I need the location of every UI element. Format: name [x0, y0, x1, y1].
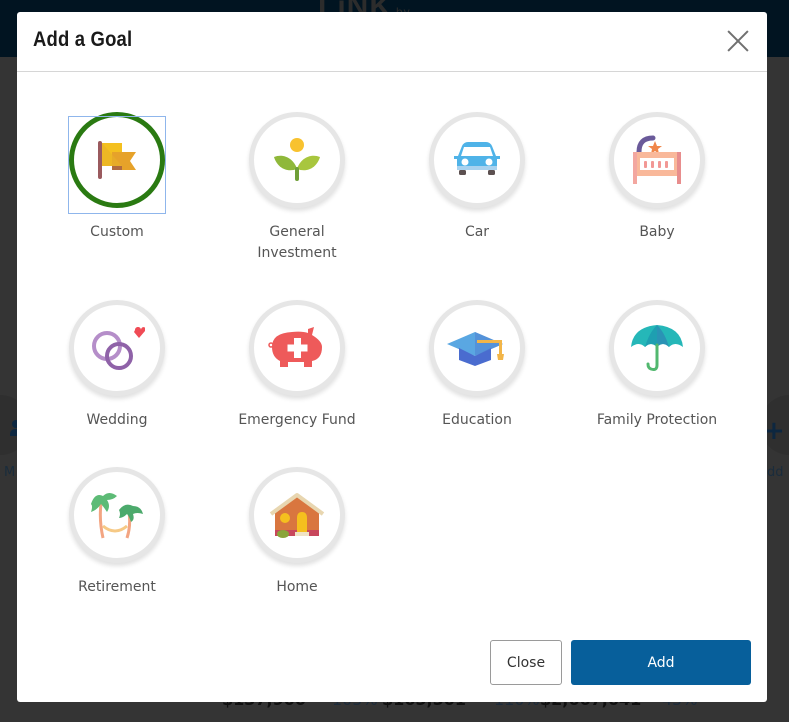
close-button[interactable]: Close	[490, 640, 562, 685]
goal-option-education[interactable]: Education	[392, 300, 562, 431]
rings-icon	[92, 327, 145, 370]
sprout-icon	[274, 138, 320, 181]
umbrella-icon	[631, 325, 683, 371]
goal-option-home[interactable]: Home	[212, 467, 382, 598]
goal-label: General Investment	[257, 224, 337, 261]
goal-icon-circle	[69, 300, 165, 396]
graduation-cap-icon	[447, 332, 504, 366]
palm-hammock-icon	[91, 493, 143, 539]
goal-icon-circle	[69, 467, 165, 563]
goal-option-car[interactable]: Car	[392, 112, 562, 243]
goal-label: Retirement	[78, 579, 156, 595]
focus-outline	[68, 116, 166, 214]
goal-option-emergency-fund[interactable]: Emergency Fund	[212, 300, 382, 431]
goal-icon-circle	[429, 112, 525, 208]
goal-option-custom[interactable]: Custom	[32, 112, 202, 243]
goal-label: Baby	[639, 224, 675, 240]
goal-option-wedding[interactable]: Wedding	[32, 300, 202, 431]
goal-icon-circle	[249, 112, 345, 208]
background-left-label: M	[4, 465, 16, 480]
background-right-label: dd	[767, 465, 784, 480]
goal-icon-circle	[68, 112, 166, 214]
dialog-header: Add a Goal	[17, 12, 767, 72]
goal-icon-circle	[429, 300, 525, 396]
goal-icon-circle	[249, 467, 345, 563]
goal-option-family-protection[interactable]: Family Protection	[572, 300, 742, 431]
dialog-footer: Close Add	[17, 640, 767, 686]
goal-icon-circle	[609, 300, 705, 396]
goal-label: Education	[442, 412, 512, 428]
car-icon	[454, 142, 500, 175]
dialog-title: Add a Goal	[33, 28, 133, 51]
goal-label: Family Protection	[596, 412, 718, 428]
goal-option-general-investment[interactable]: General Investment	[212, 112, 382, 264]
goal-label: Custom	[90, 224, 144, 240]
piggy-bank-icon	[268, 327, 322, 367]
goal-label: Car	[464, 224, 490, 240]
goal-label: Wedding	[86, 412, 148, 428]
goal-icon-circle	[249, 300, 345, 396]
add-goal-dialog: Add a Goal Custom General Investment Car…	[17, 12, 767, 702]
close-icon[interactable]	[727, 30, 749, 52]
goal-icon-circle	[609, 112, 705, 208]
goal-label: Emergency Fund	[238, 412, 356, 428]
goal-option-baby[interactable]: Baby	[572, 112, 742, 243]
add-button[interactable]: Add	[571, 640, 751, 685]
goal-label: Home	[276, 579, 318, 595]
crib-icon	[633, 135, 681, 184]
goal-option-retirement[interactable]: Retirement	[32, 467, 202, 598]
house-icon	[269, 493, 325, 538]
